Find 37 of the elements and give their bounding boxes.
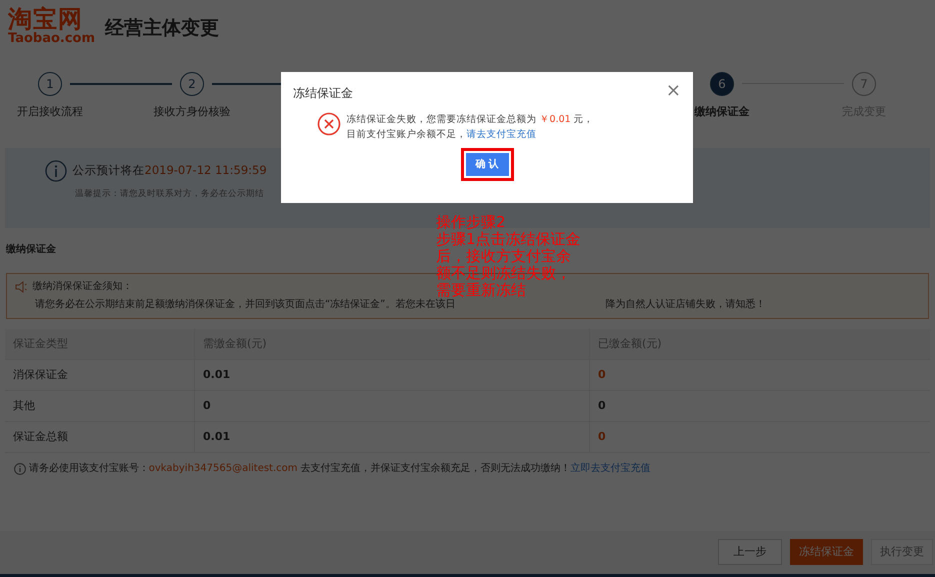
table-cell: 消保保证金 bbox=[5, 360, 195, 390]
countdown-text: 公示预计将在2019-07-12 11:59:59 bbox=[72, 162, 267, 180]
recharge-link[interactable]: 立即去支付宝充值 bbox=[570, 463, 651, 474]
table-cell: 保证金总额 bbox=[5, 422, 195, 452]
table-cell: 0.01 bbox=[195, 360, 590, 390]
info-icon bbox=[45, 160, 67, 182]
table-cell: 0.01 bbox=[195, 422, 590, 452]
logo-subtext[interactable]: Taobao.com bbox=[8, 32, 96, 46]
back-button[interactable]: 上一步 bbox=[718, 539, 782, 565]
account-note: 请务必使用该支付宝账号：ovkabyih347565@alitest.com 去支付宝充值，并保证支付宝余额充足，否则无法成功缴纳！立即去支付宝充值 bbox=[28, 462, 651, 476]
info-icon bbox=[14, 462, 26, 474]
close-button[interactable]: × bbox=[666, 84, 681, 98]
table-cell-text: 0 bbox=[597, 428, 607, 445]
confirm-button[interactable]: 确 认 bbox=[466, 153, 508, 176]
table-cell-text: 0 bbox=[597, 398, 607, 414]
annotation-text: 操作步骤2 步骤1点击冻结保证金 后，接收方支付宝余 额不足则冻结失败， 需要重新冻结 bbox=[436, 214, 581, 299]
notice-text: 降为自然人认证店铺失败，请知悉！ bbox=[605, 298, 766, 312]
step-label: 开启接收流程 bbox=[17, 104, 83, 120]
table-cell-text: 0 bbox=[597, 366, 607, 383]
error-icon bbox=[317, 112, 341, 136]
step-number: 1 bbox=[38, 72, 62, 96]
dialog-message: 冻结保证金失败，您需要冻结保证金总额为 ￥0.01 元， 目前支付宝账户余额不足，请去支付宝充值 bbox=[346, 113, 594, 142]
step-label: 接收方身份核验 bbox=[154, 104, 230, 120]
step-label: 缴纳保证金 bbox=[694, 104, 750, 120]
table-cell: 其他 bbox=[5, 391, 195, 421]
logo-text[interactable]: 淘宝网 bbox=[8, 6, 96, 32]
notice-title: 缴纳消保保证金须知： bbox=[32, 280, 132, 294]
table-cell: 0 bbox=[195, 391, 590, 421]
notice-text: 请您务必在公示期结束前足额缴纳消保保证金，并回到该页面点击“冻结保证金”。若您未在该日 bbox=[35, 298, 456, 312]
section-title: 缴纳保证金 bbox=[6, 242, 56, 257]
recharge-link[interactable]: 请去支付宝充值 bbox=[466, 129, 536, 140]
step-number: 2 bbox=[180, 72, 204, 96]
dialog-title: 冻结保证金 bbox=[293, 85, 353, 102]
step-number: 6 bbox=[710, 72, 734, 96]
page-title: 经营主体变更 bbox=[105, 16, 220, 41]
freeze-button[interactable]: 冻结保证金 bbox=[790, 539, 863, 565]
speaker-icon bbox=[15, 280, 27, 292]
